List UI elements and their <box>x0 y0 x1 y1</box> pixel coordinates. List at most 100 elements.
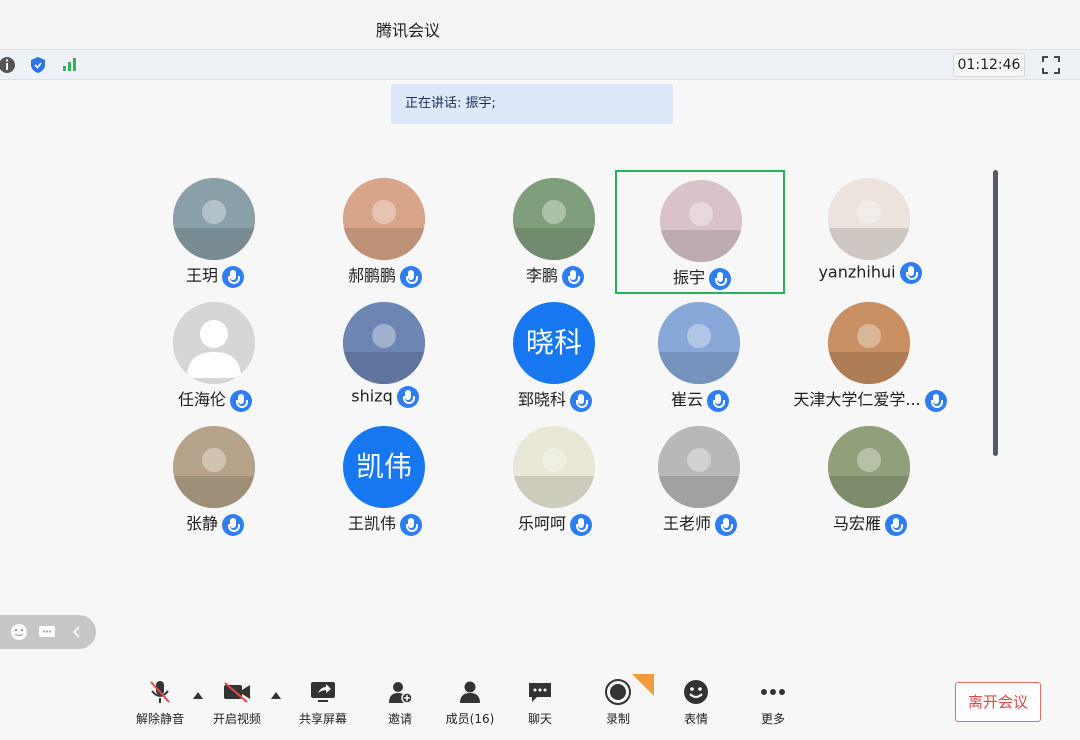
participant-name: 马宏雁 <box>832 514 881 533</box>
photo-avatar-icon <box>828 178 910 260</box>
camera-off-icon <box>224 682 250 703</box>
mic-status-icon <box>924 389 947 412</box>
participant-tile[interactable]: yanzhihui <box>785 170 955 294</box>
mic-status-icon <box>562 265 584 288</box>
speaking-indicator: 正在讲话: 振宇; <box>391 84 673 124</box>
participant-tile[interactable]: 王玥 <box>130 170 300 294</box>
more-icon <box>761 689 785 695</box>
participant-name-line: 任海伦 <box>130 386 300 412</box>
avatar <box>513 178 595 260</box>
avatar <box>828 302 910 384</box>
participant-name-line: 王老师 <box>615 510 785 536</box>
share-screen-button[interactable]: 共享屏幕 <box>288 678 358 728</box>
participant-name: yanzhihui <box>818 262 896 282</box>
mic-status-icon <box>400 265 422 288</box>
participant-name-line: 崔云 <box>615 386 785 412</box>
participant-name: 王老师 <box>662 514 711 533</box>
participant-name: 崔云 <box>670 390 703 409</box>
reaction-drawer[interactable] <box>0 615 96 649</box>
mic-status-icon <box>707 389 729 412</box>
photo-avatar-icon <box>513 426 595 508</box>
new-badge-icon <box>632 674 654 696</box>
participant-name-line: 振宇 <box>617 264 787 290</box>
emoji-icon[interactable] <box>10 623 28 641</box>
reaction-button[interactable]: 表情 <box>661 678 731 728</box>
participant-tile[interactable]: 振宇 <box>615 170 785 294</box>
participant-name-line: 郝鹏鹏 <box>300 262 470 288</box>
grid-scrollbar[interactable] <box>993 170 998 456</box>
participant-tile[interactable]: 郝鹏鹏 <box>300 170 470 294</box>
video-options-caret[interactable] <box>271 692 281 699</box>
shield-icon[interactable] <box>28 55 48 75</box>
leave-meeting-button[interactable]: 离开会议 <box>955 682 1041 722</box>
record-icon <box>605 679 631 705</box>
more-button[interactable]: 更多 <box>738 678 808 728</box>
mic-status-icon <box>885 513 907 536</box>
participant-name: 任海伦 <box>177 390 226 409</box>
participant-tile[interactable]: 马宏雁 <box>785 418 955 542</box>
participant-name: 王凯伟 <box>347 514 396 533</box>
photo-avatar-icon <box>658 302 740 384</box>
avatar <box>828 178 910 260</box>
participant-name: 振宇 <box>672 268 705 287</box>
participant-name: 郅晓科 <box>517 390 566 409</box>
participant-name: 郝鹏鹏 <box>347 266 396 285</box>
share-screen-icon <box>311 682 335 702</box>
participant-name: shizq <box>351 386 393 406</box>
members-icon <box>460 681 480 703</box>
default-avatar-icon <box>173 302 255 384</box>
photo-avatar-icon <box>173 426 255 508</box>
participant-tile[interactable]: 王老师 <box>615 418 785 542</box>
avatar <box>173 426 255 508</box>
participant-name: 天津大学仁爱学... <box>793 390 921 409</box>
mic-status-icon <box>570 389 592 412</box>
avatar <box>173 302 255 384</box>
add-user-icon <box>389 682 413 704</box>
title-bar: 腾讯会议 <box>0 0 1080 50</box>
chat-icon <box>529 683 551 702</box>
avatar <box>513 426 595 508</box>
participant-tile[interactable]: 任海伦 <box>130 294 300 418</box>
mic-status-icon <box>570 513 592 536</box>
avatar <box>660 180 742 262</box>
photo-avatar-icon <box>828 426 910 508</box>
participant-tile[interactable]: shizq <box>300 294 470 418</box>
participant-tile[interactable]: 天津大学仁爱学... <box>785 294 955 418</box>
message-icon[interactable] <box>38 623 56 641</box>
meeting-timer: 01:12:46 <box>953 53 1025 77</box>
unmute-button[interactable]: 解除静音 <box>125 678 195 728</box>
participant-tile[interactable]: 凯伟 王凯伟 <box>300 418 470 542</box>
avatar <box>828 426 910 508</box>
members-button[interactable]: 成员(16) <box>435 678 505 728</box>
fullscreen-icon[interactable] <box>1040 54 1062 76</box>
chat-button[interactable]: 聊天 <box>505 678 575 728</box>
participant-name-line: 王凯伟 <box>300 510 470 536</box>
avatar <box>343 178 425 260</box>
invite-button[interactable]: 邀请 <box>365 678 435 728</box>
mic-muted-icon <box>150 681 170 703</box>
mic-status-icon <box>400 513 422 536</box>
video-button[interactable]: 开启视频 <box>202 678 272 728</box>
participant-name-line: shizq <box>300 386 470 408</box>
participant-name: 李鹏 <box>525 266 558 285</box>
mic-status-icon <box>709 267 731 290</box>
participant-tile[interactable]: 张静 <box>130 418 300 542</box>
mic-status-icon <box>899 262 922 284</box>
participant-name: 王玥 <box>185 266 218 285</box>
avatar <box>343 302 425 384</box>
participant-name-line: yanzhihui <box>785 262 955 284</box>
info-icon[interactable] <box>0 55 20 75</box>
participant-name-line: 张静 <box>130 510 300 536</box>
collapse-icon[interactable] <box>68 623 86 641</box>
avatar: 晓科 <box>513 302 595 384</box>
mic-status-icon <box>230 389 252 412</box>
avatar <box>173 178 255 260</box>
photo-avatar-icon <box>828 302 910 384</box>
participant-name: 张静 <box>185 514 218 533</box>
signal-icon[interactable] <box>60 55 80 75</box>
participant-tile[interactable]: 崔云 <box>615 294 785 418</box>
photo-avatar-icon <box>343 178 425 260</box>
photo-avatar-icon <box>343 302 425 384</box>
mic-status-icon <box>396 386 419 408</box>
photo-avatar-icon <box>513 178 595 260</box>
